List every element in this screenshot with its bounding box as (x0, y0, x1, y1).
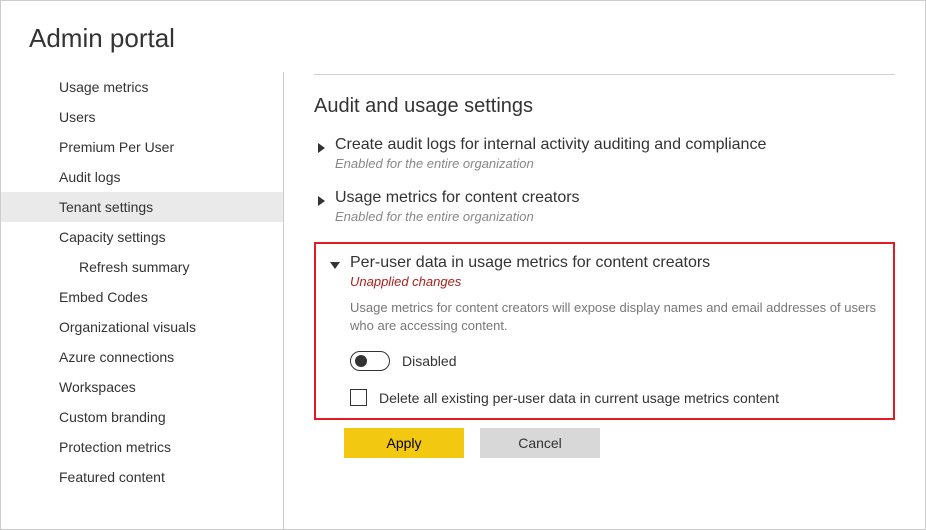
setting-title: Usage metrics for content creators (335, 189, 895, 207)
highlight-per-user-setting: Per-user data in usage metrics for conte… (314, 242, 895, 420)
main-panel: Audit and usage settings Create audit lo… (284, 72, 925, 529)
setting-audit-logs[interactable]: Create audit logs for internal activity … (314, 136, 895, 171)
setting-title: Create audit logs for internal activity … (335, 136, 895, 154)
toggle-knob (355, 355, 367, 367)
toggle-label: Disabled (402, 353, 456, 369)
section-title: Audit and usage settings (314, 95, 895, 118)
sidebar-item-protection-metrics[interactable]: Protection metrics (1, 432, 283, 462)
sidebar-item-tenant-settings[interactable]: Tenant settings (1, 192, 283, 222)
setting-status: Enabled for the entire organization (335, 209, 895, 224)
apply-button[interactable]: Apply (344, 428, 464, 458)
divider (314, 74, 895, 75)
sidebar-item-refresh-summary[interactable]: Refresh summary (1, 252, 283, 282)
setting-per-user[interactable]: Per-user data in usage metrics for conte… (326, 254, 883, 406)
setting-usage-metrics[interactable]: Usage metrics for content creators Enabl… (314, 189, 895, 224)
button-row: Apply Cancel (314, 428, 895, 458)
delete-data-checkbox[interactable] (350, 389, 367, 406)
setting-title: Per-user data in usage metrics for conte… (350, 254, 883, 272)
sidebar-item-usage-metrics[interactable]: Usage metrics (1, 72, 283, 102)
enable-toggle[interactable] (350, 351, 390, 371)
setting-description: Usage metrics for content creators will … (350, 299, 883, 335)
sidebar-item-embed-codes[interactable]: Embed Codes (1, 282, 283, 312)
sidebar: Usage metricsUsersPremium Per UserAudit … (1, 72, 284, 529)
cancel-button[interactable]: Cancel (480, 428, 600, 458)
sidebar-item-premium-per-user[interactable]: Premium Per User (1, 132, 283, 162)
page-title: Admin portal (1, 1, 925, 72)
sidebar-item-custom-branding[interactable]: Custom branding (1, 402, 283, 432)
unapplied-label: Unapplied changes (350, 274, 883, 289)
sidebar-item-capacity-settings[interactable]: Capacity settings (1, 222, 283, 252)
sidebar-item-workspaces[interactable]: Workspaces (1, 372, 283, 402)
checkbox-label: Delete all existing per-user data in cur… (379, 390, 779, 406)
sidebar-item-audit-logs[interactable]: Audit logs (1, 162, 283, 192)
sidebar-item-featured-content[interactable]: Featured content (1, 462, 283, 492)
collapse-icon (330, 262, 340, 269)
sidebar-item-users[interactable]: Users (1, 102, 283, 132)
expand-icon (318, 196, 325, 206)
expand-icon (318, 143, 325, 153)
setting-status: Enabled for the entire organization (335, 156, 895, 171)
sidebar-item-organizational-visuals[interactable]: Organizational visuals (1, 312, 283, 342)
sidebar-item-azure-connections[interactable]: Azure connections (1, 342, 283, 372)
